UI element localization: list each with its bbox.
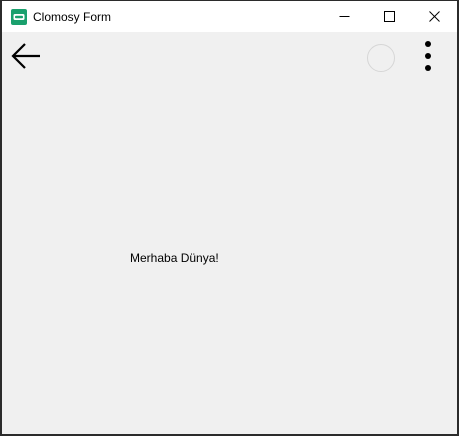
more-options-button[interactable] <box>416 40 440 76</box>
loading-circle-icon <box>367 44 395 72</box>
clomosy-app-icon <box>11 9 27 25</box>
arrow-left-icon <box>11 42 41 75</box>
window-title: Clomosy Form <box>33 10 112 24</box>
minimize-icon <box>339 11 350 22</box>
minimize-button[interactable] <box>321 1 367 32</box>
back-button[interactable] <box>8 41 44 75</box>
greeting-label: Merhaba Dünya! <box>130 251 219 265</box>
app-window: Clomosy Form Merhaba Dünya! <box>0 0 459 436</box>
title-bar[interactable]: Clomosy Form <box>2 1 457 32</box>
form-content: Merhaba Dünya! <box>2 84 457 434</box>
close-button[interactable] <box>411 1 457 32</box>
close-icon <box>428 11 440 22</box>
maximize-button[interactable] <box>366 1 412 32</box>
maximize-icon <box>383 11 395 22</box>
form-toolbar <box>2 32 457 84</box>
more-vertical-icon <box>424 40 432 77</box>
